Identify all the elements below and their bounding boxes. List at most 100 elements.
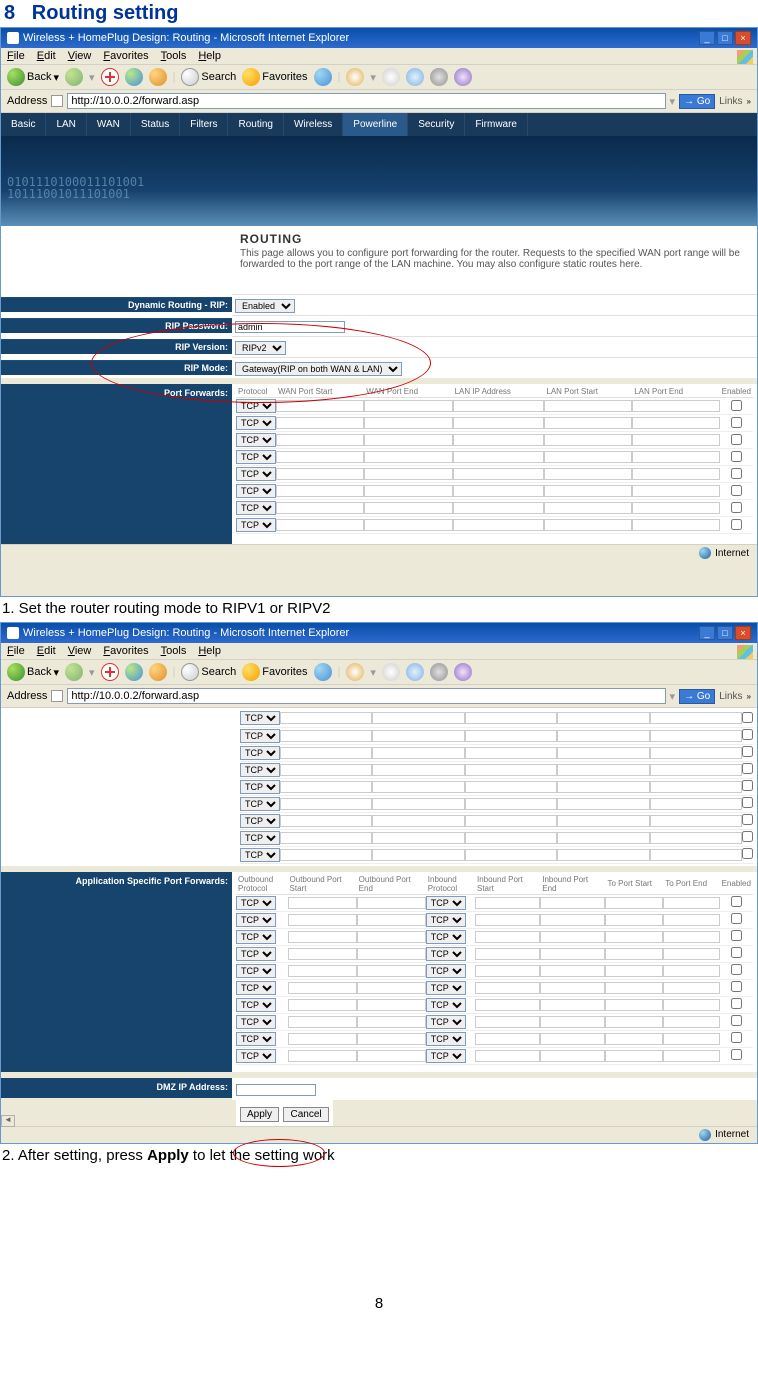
pf-input[interactable] — [632, 434, 719, 446]
pf-input[interactable] — [364, 400, 452, 412]
pf-input[interactable] — [650, 832, 742, 844]
enabled-checkbox[interactable] — [731, 896, 742, 907]
rip-password-input[interactable] — [235, 321, 345, 333]
aspf-input[interactable] — [540, 999, 605, 1011]
pf-input[interactable] — [557, 849, 649, 861]
pf-input[interactable] — [557, 764, 649, 776]
pf-input[interactable] — [465, 798, 557, 810]
address-input[interactable] — [67, 93, 665, 109]
aspf-input[interactable] — [475, 1033, 540, 1045]
aspf-input[interactable] — [605, 982, 663, 994]
pf-input[interactable] — [453, 468, 545, 480]
in-protocol-select[interactable]: TCP — [426, 947, 466, 961]
apply-button[interactable]: Apply — [240, 1107, 279, 1122]
enabled-checkbox[interactable] — [731, 913, 742, 924]
pf-input[interactable] — [276, 502, 364, 514]
pf-input[interactable] — [632, 451, 719, 463]
tab-wireless[interactable]: Wireless — [284, 113, 343, 136]
protocol-select[interactable]: TCP — [236, 416, 276, 430]
in-protocol-select[interactable]: TCP — [426, 896, 466, 910]
aspf-input[interactable] — [605, 965, 663, 977]
protocol-select[interactable]: TCP — [240, 763, 280, 777]
aspf-input[interactable] — [605, 1033, 663, 1045]
out-protocol-select[interactable]: TCP — [236, 998, 276, 1012]
print-button[interactable] — [382, 68, 400, 86]
pf-input[interactable] — [544, 519, 632, 531]
back-button[interactable]: Back ▾ — [7, 663, 59, 681]
aspf-input[interactable] — [288, 914, 357, 926]
enabled-checkbox[interactable] — [742, 831, 753, 842]
aspf-input[interactable] — [475, 982, 540, 994]
mail-button[interactable] — [346, 68, 364, 86]
aspf-input[interactable] — [288, 897, 357, 909]
pf-input[interactable] — [544, 502, 632, 514]
tab-filters[interactable]: Filters — [180, 113, 228, 136]
aspf-input[interactable] — [475, 914, 540, 926]
refresh-button[interactable] — [125, 663, 143, 681]
pf-input[interactable] — [372, 730, 464, 742]
aspf-input[interactable] — [663, 1033, 719, 1045]
aspf-input[interactable] — [288, 999, 357, 1011]
links-label[interactable]: Links — [719, 96, 742, 107]
protocol-select[interactable]: TCP — [236, 433, 276, 447]
pf-input[interactable] — [280, 798, 372, 810]
rip-mode-select[interactable]: Gateway(RIP on both WAN & LAN) — [235, 362, 402, 376]
pf-input[interactable] — [364, 417, 452, 429]
enabled-checkbox[interactable] — [742, 763, 753, 774]
aspf-input[interactable] — [357, 965, 426, 977]
aspf-input[interactable] — [605, 1050, 663, 1062]
mail-button[interactable] — [346, 663, 364, 681]
aspf-input[interactable] — [540, 1050, 605, 1062]
pf-input[interactable] — [650, 798, 742, 810]
stop-button[interactable] — [101, 68, 119, 86]
tab-security[interactable]: Security — [408, 113, 465, 136]
pf-input[interactable] — [280, 730, 372, 742]
protocol-select[interactable]: TCP — [240, 729, 280, 743]
pf-input[interactable] — [465, 764, 557, 776]
aspf-input[interactable] — [288, 965, 357, 977]
pf-input[interactable] — [372, 832, 464, 844]
pf-input[interactable] — [372, 781, 464, 793]
aspf-input[interactable] — [663, 897, 719, 909]
pf-input[interactable] — [544, 451, 632, 463]
pf-input[interactable] — [650, 747, 742, 759]
enabled-checkbox[interactable] — [731, 1049, 742, 1060]
pf-input[interactable] — [465, 849, 557, 861]
pf-input[interactable] — [650, 730, 742, 742]
out-protocol-select[interactable]: TCP — [236, 981, 276, 995]
close-button[interactable]: × — [735, 626, 751, 640]
pf-input[interactable] — [453, 417, 545, 429]
protocol-select[interactable]: TCP — [236, 450, 276, 464]
aspf-input[interactable] — [605, 914, 663, 926]
pf-input[interactable] — [632, 485, 719, 497]
links-label[interactable]: Links — [719, 691, 742, 702]
pf-input[interactable] — [364, 451, 452, 463]
pf-input[interactable] — [276, 434, 364, 446]
aspf-input[interactable] — [605, 999, 663, 1011]
enabled-checkbox[interactable] — [731, 998, 742, 1009]
search-button[interactable]: Search — [181, 663, 236, 681]
pf-input[interactable] — [364, 502, 452, 514]
aspf-input[interactable] — [357, 948, 426, 960]
enabled-checkbox[interactable] — [742, 814, 753, 825]
pf-input[interactable] — [276, 400, 364, 412]
pf-input[interactable] — [544, 400, 632, 412]
minimize-button[interactable]: _ — [699, 626, 715, 640]
aspf-input[interactable] — [475, 999, 540, 1011]
aspf-input[interactable] — [357, 999, 426, 1011]
menu-help[interactable]: Help — [198, 50, 221, 62]
menu-file[interactable]: File — [7, 50, 25, 62]
aspf-input[interactable] — [475, 931, 540, 943]
protocol-select[interactable]: TCP — [240, 797, 280, 811]
enabled-checkbox[interactable] — [742, 797, 753, 808]
tab-firmware[interactable]: Firmware — [465, 113, 528, 136]
stop-button[interactable] — [101, 663, 119, 681]
pf-input[interactable] — [372, 815, 464, 827]
pf-input[interactable] — [650, 849, 742, 861]
pf-input[interactable] — [544, 417, 632, 429]
discuss-button[interactable] — [430, 68, 448, 86]
pf-input[interactable] — [544, 434, 632, 446]
pf-input[interactable] — [453, 485, 545, 497]
enabled-checkbox[interactable] — [742, 729, 753, 740]
edit-button[interactable] — [406, 68, 424, 86]
